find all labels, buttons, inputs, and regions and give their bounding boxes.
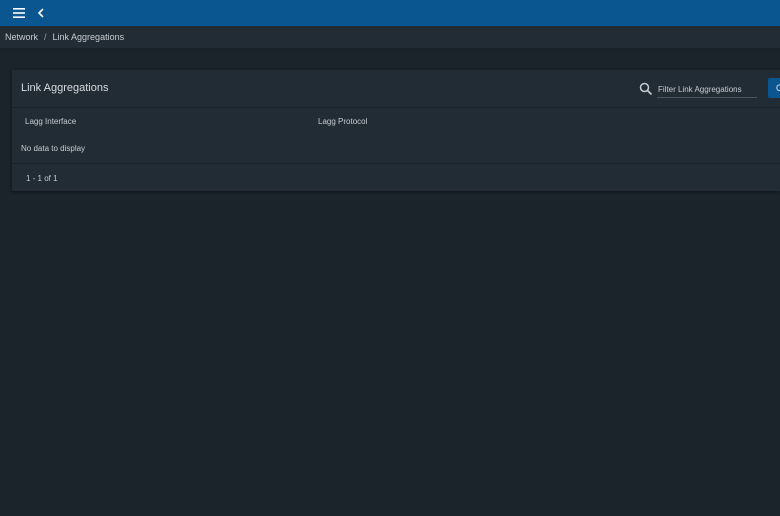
add-button[interactable]: C — [768, 78, 780, 98]
filter-input[interactable] — [657, 81, 757, 98]
column-header-lagg-interface[interactable]: Lagg Interface — [25, 117, 76, 126]
breadcrumb-separator: / — [44, 32, 47, 42]
link-aggregations-card: Link Aggregations C Lagg Interface Lagg … — [12, 70, 780, 191]
search-icon — [639, 82, 653, 96]
breadcrumb-network-link[interactable]: Network — [5, 32, 38, 42]
card-header: Link Aggregations C — [12, 70, 780, 108]
hamburger-menu-icon[interactable] — [8, 2, 30, 24]
empty-message: No data to display — [21, 144, 86, 153]
breadcrumb: Network / Link Aggregations — [0, 26, 780, 49]
empty-table-row: No data to display — [12, 134, 780, 164]
column-header-lagg-protocol[interactable]: Lagg Protocol — [318, 117, 367, 126]
top-toolbar — [0, 0, 780, 26]
pagination: 1 - 1 of 1 — [12, 164, 780, 191]
breadcrumb-current: Link Aggregations — [52, 32, 125, 42]
table-header: Lagg Interface Lagg Protocol — [12, 108, 780, 134]
chevron-left-icon[interactable] — [30, 2, 52, 24]
page-title: Link Aggregations — [21, 82, 109, 94]
pagination-range: 1 - 1 of 1 — [26, 174, 58, 183]
